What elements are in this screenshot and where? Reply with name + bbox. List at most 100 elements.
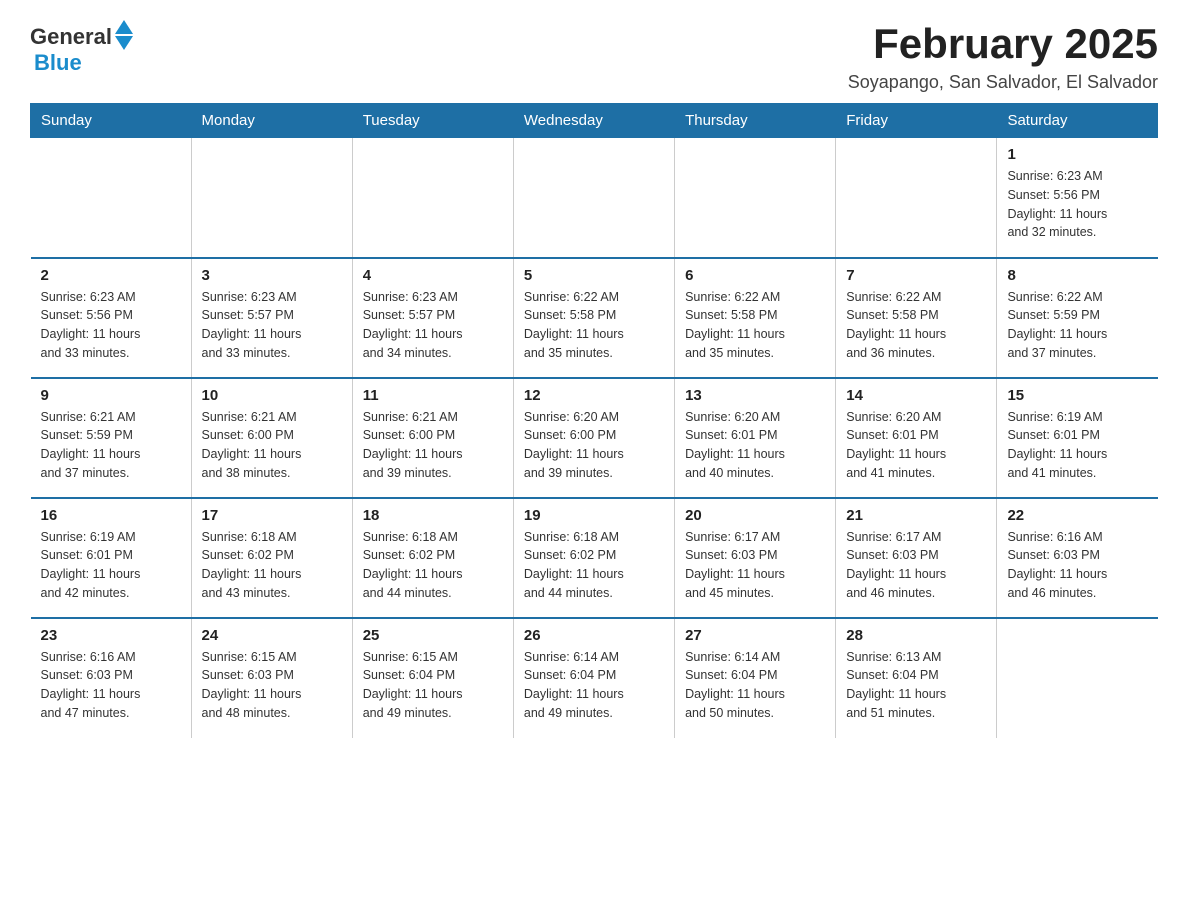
calendar-day-cell <box>836 138 997 258</box>
day-info: Sunrise: 6:22 AM Sunset: 5:58 PM Dayligh… <box>846 288 986 363</box>
calendar-day-cell: 22 Sunrise: 6:16 AM Sunset: 6:03 PM Dayli… <box>997 498 1158 618</box>
calendar-day-cell: 9 Sunrise: 6:21 AM Sunset: 5:59 PM Daylig… <box>31 378 192 498</box>
day-info: Sunrise: 6:19 AM Sunset: 6:01 PM Dayligh… <box>41 528 181 603</box>
calendar-week-row: 9 Sunrise: 6:21 AM Sunset: 5:59 PM Daylig… <box>31 378 1158 498</box>
calendar-day-cell: 4Sunrise: 6:23 AM Sunset: 5:57 PM Daylig… <box>352 258 513 378</box>
calendar-header: SundayMondayTuesdayWednesdayThursdayFrid… <box>31 104 1158 138</box>
day-number: 24 <box>202 627 342 644</box>
calendar-day-cell: 27 Sunrise: 6:14 AM Sunset: 6:04 PM Dayli… <box>675 618 836 738</box>
day-number: 4 <box>363 267 503 284</box>
day-number: 10 <box>202 387 342 404</box>
logo-general-text: General <box>30 24 112 50</box>
calendar-day-cell: 8Sunrise: 6:22 AM Sunset: 5:59 PM Daylig… <box>997 258 1158 378</box>
day-number: 12 <box>524 387 664 404</box>
calendar-day-cell: 5 Sunrise: 6:22 AM Sunset: 5:58 PM Daylig… <box>513 258 674 378</box>
day-number: 16 <box>41 507 181 524</box>
day-number: 5 <box>524 267 664 284</box>
calendar-day-cell: 11Sunrise: 6:21 AM Sunset: 6:00 PM Dayli… <box>352 378 513 498</box>
day-info: Sunrise: 6:23 AM Sunset: 5:56 PM Dayligh… <box>41 288 181 363</box>
day-of-week-header: Monday <box>191 104 352 138</box>
location-text: Soyapango, San Salvador, El Salvador <box>848 72 1158 93</box>
calendar-day-cell: 6 Sunrise: 6:22 AM Sunset: 5:58 PM Daylig… <box>675 258 836 378</box>
day-info: Sunrise: 6:17 AM Sunset: 6:03 PM Dayligh… <box>685 528 825 603</box>
calendar-day-cell: 15 Sunrise: 6:19 AM Sunset: 6:01 PM Dayli… <box>997 378 1158 498</box>
day-number: 13 <box>685 387 825 404</box>
calendar-day-cell: 14 Sunrise: 6:20 AM Sunset: 6:01 PM Dayli… <box>836 378 997 498</box>
calendar-day-cell: 23 Sunrise: 6:16 AM Sunset: 6:03 PM Dayli… <box>31 618 192 738</box>
day-info: Sunrise: 6:14 AM Sunset: 6:04 PM Dayligh… <box>524 648 664 723</box>
day-info: Sunrise: 6:16 AM Sunset: 6:03 PM Dayligh… <box>41 648 181 723</box>
day-number: 14 <box>846 387 986 404</box>
day-info: Sunrise: 6:20 AM Sunset: 6:01 PM Dayligh… <box>685 408 825 483</box>
day-number: 2 <box>41 267 181 284</box>
calendar-day-cell: 24 Sunrise: 6:15 AM Sunset: 6:03 PM Dayli… <box>191 618 352 738</box>
day-of-week-header: Thursday <box>675 104 836 138</box>
day-of-week-header: Friday <box>836 104 997 138</box>
day-info: Sunrise: 6:15 AM Sunset: 6:03 PM Dayligh… <box>202 648 342 723</box>
day-info: Sunrise: 6:21 AM Sunset: 6:00 PM Dayligh… <box>363 408 503 483</box>
day-of-week-header: Saturday <box>997 104 1158 138</box>
day-info: Sunrise: 6:19 AM Sunset: 6:01 PM Dayligh… <box>1007 408 1147 483</box>
calendar-week-row: 2 Sunrise: 6:23 AM Sunset: 5:56 PM Daylig… <box>31 258 1158 378</box>
page-header: General Blue February 2025 Soyapango, Sa… <box>30 20 1158 93</box>
calendar-day-cell <box>352 138 513 258</box>
day-info: Sunrise: 6:16 AM Sunset: 6:03 PM Dayligh… <box>1007 528 1147 603</box>
calendar-day-cell <box>31 138 192 258</box>
day-number: 23 <box>41 627 181 644</box>
day-number: 6 <box>685 267 825 284</box>
day-of-week-header: Tuesday <box>352 104 513 138</box>
day-info: Sunrise: 6:22 AM Sunset: 5:59 PM Dayligh… <box>1007 288 1147 363</box>
calendar-day-cell: 28 Sunrise: 6:13 AM Sunset: 6:04 PM Dayli… <box>836 618 997 738</box>
day-number: 17 <box>202 507 342 524</box>
calendar-day-cell: 13 Sunrise: 6:20 AM Sunset: 6:01 PM Dayli… <box>675 378 836 498</box>
calendar-day-cell: 26 Sunrise: 6:14 AM Sunset: 6:04 PM Dayli… <box>513 618 674 738</box>
day-of-week-header: Sunday <box>31 104 192 138</box>
calendar-body: 1 Sunrise: 6:23 AM Sunset: 5:56 PM Daylig… <box>31 138 1158 738</box>
days-of-week-row: SundayMondayTuesdayWednesdayThursdayFrid… <box>31 104 1158 138</box>
day-number: 15 <box>1007 387 1147 404</box>
calendar-week-row: 23 Sunrise: 6:16 AM Sunset: 6:03 PM Dayli… <box>31 618 1158 738</box>
day-number: 7 <box>846 267 986 284</box>
day-number: 28 <box>846 627 986 644</box>
day-info: Sunrise: 6:17 AM Sunset: 6:03 PM Dayligh… <box>846 528 986 603</box>
calendar-day-cell <box>675 138 836 258</box>
calendar-week-row: 1 Sunrise: 6:23 AM Sunset: 5:56 PM Daylig… <box>31 138 1158 258</box>
day-info: Sunrise: 6:18 AM Sunset: 6:02 PM Dayligh… <box>363 528 503 603</box>
calendar-day-cell: 7 Sunrise: 6:22 AM Sunset: 5:58 PM Daylig… <box>836 258 997 378</box>
day-info: Sunrise: 6:23 AM Sunset: 5:56 PM Dayligh… <box>1007 167 1147 242</box>
month-year-title: February 2025 <box>848 20 1158 68</box>
day-number: 1 <box>1007 146 1147 163</box>
day-number: 3 <box>202 267 342 284</box>
calendar-day-cell: 1 Sunrise: 6:23 AM Sunset: 5:56 PM Daylig… <box>997 138 1158 258</box>
calendar-day-cell: 19 Sunrise: 6:18 AM Sunset: 6:02 PM Dayli… <box>513 498 674 618</box>
calendar-day-cell: 20Sunrise: 6:17 AM Sunset: 6:03 PM Dayli… <box>675 498 836 618</box>
calendar-week-row: 16 Sunrise: 6:19 AM Sunset: 6:01 PM Dayli… <box>31 498 1158 618</box>
calendar-day-cell: 3Sunrise: 6:23 AM Sunset: 5:57 PM Daylig… <box>191 258 352 378</box>
day-number: 25 <box>363 627 503 644</box>
day-number: 21 <box>846 507 986 524</box>
title-block: February 2025 Soyapango, San Salvador, E… <box>848 20 1158 93</box>
calendar-day-cell: 16 Sunrise: 6:19 AM Sunset: 6:01 PM Dayli… <box>31 498 192 618</box>
day-info: Sunrise: 6:22 AM Sunset: 5:58 PM Dayligh… <box>524 288 664 363</box>
day-info: Sunrise: 6:20 AM Sunset: 6:00 PM Dayligh… <box>524 408 664 483</box>
day-number: 22 <box>1007 507 1147 524</box>
day-number: 26 <box>524 627 664 644</box>
day-info: Sunrise: 6:14 AM Sunset: 6:04 PM Dayligh… <box>685 648 825 723</box>
calendar-day-cell: 12 Sunrise: 6:20 AM Sunset: 6:00 PM Dayli… <box>513 378 674 498</box>
day-number: 18 <box>363 507 503 524</box>
calendar-day-cell <box>191 138 352 258</box>
day-info: Sunrise: 6:13 AM Sunset: 6:04 PM Dayligh… <box>846 648 986 723</box>
day-number: 27 <box>685 627 825 644</box>
day-info: Sunrise: 6:20 AM Sunset: 6:01 PM Dayligh… <box>846 408 986 483</box>
calendar-day-cell <box>997 618 1158 738</box>
logo: General Blue <box>30 20 133 76</box>
calendar-day-cell: 25Sunrise: 6:15 AM Sunset: 6:04 PM Dayli… <box>352 618 513 738</box>
calendar-day-cell: 18 Sunrise: 6:18 AM Sunset: 6:02 PM Dayli… <box>352 498 513 618</box>
calendar-day-cell <box>513 138 674 258</box>
calendar-day-cell: 10Sunrise: 6:21 AM Sunset: 6:00 PM Dayli… <box>191 378 352 498</box>
day-info: Sunrise: 6:21 AM Sunset: 5:59 PM Dayligh… <box>41 408 181 483</box>
day-number: 19 <box>524 507 664 524</box>
day-info: Sunrise: 6:18 AM Sunset: 6:02 PM Dayligh… <box>524 528 664 603</box>
day-number: 9 <box>41 387 181 404</box>
day-info: Sunrise: 6:22 AM Sunset: 5:58 PM Dayligh… <box>685 288 825 363</box>
